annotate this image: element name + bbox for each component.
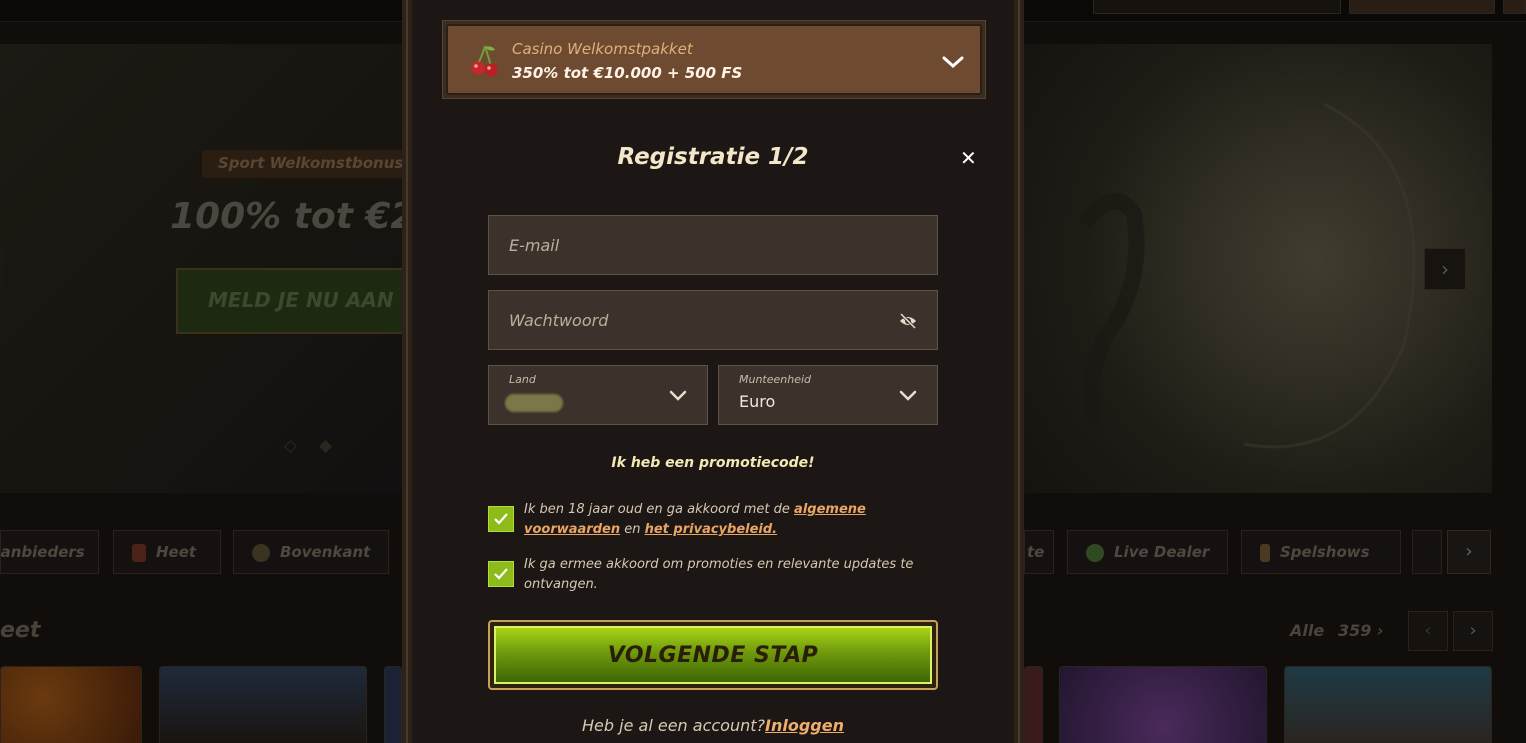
game-tile[interactable] <box>1284 666 1492 743</box>
crown-icon <box>252 543 270 562</box>
cherry-icon <box>471 45 498 77</box>
currency-select[interactable]: Munteenheid Euro <box>718 365 938 425</box>
checkmark-icon <box>494 568 508 580</box>
welcome-offer-box[interactable]: Casino Welkomstpakket 350% tot €10.000 +… <box>446 24 982 95</box>
topbar-button-small[interactable] <box>1503 0 1526 14</box>
chip-icon <box>1086 543 1104 562</box>
topbar-input[interactable] <box>1093 0 1341 14</box>
game-tile[interactable] <box>0 666 142 743</box>
terms-text-before: Ik ben 18 jaar oud en ga akkoord met de <box>524 502 795 517</box>
hero-next-arrow[interactable]: › <box>1424 248 1466 290</box>
terms-text: Ik ben 18 jaar oud en ga akkoord met de … <box>524 500 924 540</box>
games-prev-button[interactable]: ‹ <box>1408 611 1448 651</box>
marketing-checkbox[interactable] <box>488 561 514 587</box>
category-label: te <box>1027 543 1045 561</box>
game-tile[interactable] <box>1024 666 1043 743</box>
promo-code-link[interactable]: Ik heb een promotiecode! <box>412 455 1014 471</box>
category-label: Live Dealer <box>1114 543 1210 561</box>
topbar-button[interactable] <box>1349 0 1495 14</box>
currency-value: Euro <box>739 392 776 411</box>
hero-title: 100% tot €2 <box>170 196 402 237</box>
email-field[interactable] <box>488 215 938 275</box>
currency-label: Munteenheid <box>739 373 812 386</box>
category-more[interactable] <box>1412 530 1442 574</box>
country-flag-blurred <box>505 394 563 412</box>
category-live-dealer[interactable]: Live Dealer <box>1067 530 1228 574</box>
hero-prev-arrow[interactable] <box>0 248 4 290</box>
hero-cta-button[interactable]: MELD JE NU AAN <box>176 268 402 334</box>
privacy-link[interactable]: het privacybeleid. <box>645 522 778 537</box>
password-input[interactable] <box>489 291 937 349</box>
welcome-offer-select[interactable]: Casino Welkomstpakket 350% tot €10.000 +… <box>442 20 986 99</box>
offer-label: Casino Welkomstpakket <box>512 40 693 58</box>
category-label: Aanbieders <box>0 543 85 561</box>
hero-badge: Sport Welkomstbonus <box>202 150 402 178</box>
login-link[interactable]: Inloggen <box>765 716 844 735</box>
country-label: Land <box>509 373 536 386</box>
category-label: Spelshows <box>1280 543 1370 561</box>
game-tile[interactable] <box>384 666 402 743</box>
chevron-down-icon[interactable] <box>942 54 964 70</box>
terms-checkbox[interactable] <box>488 506 514 532</box>
fire-icon <box>132 543 146 562</box>
category-game-shows[interactable]: Spelshows <box>1241 530 1401 574</box>
checkmark-icon <box>494 513 508 525</box>
chevron-down-icon <box>669 390 687 401</box>
country-select[interactable]: Land <box>488 365 708 425</box>
game-tile[interactable] <box>159 666 367 743</box>
login-prompt-text: Heb je al een account? <box>582 716 765 735</box>
hero-figure-art <box>1077 102 1416 449</box>
marketing-text: Ik ga ermee akkoord om promoties en rele… <box>524 557 914 592</box>
category-partial[interactable]: te <box>1024 530 1054 574</box>
games-next-button[interactable]: › <box>1453 611 1493 651</box>
close-icon[interactable]: ✕ <box>960 146 977 170</box>
category-label: Bovenkant <box>280 543 371 561</box>
category-hot[interactable]: Heet <box>113 530 221 574</box>
category-top[interactable]: Bovenkant <box>233 530 389 574</box>
category-label: Heet <box>156 543 197 561</box>
category-providers[interactable]: Aanbieders <box>0 530 99 574</box>
game-count-value: 359 <box>1338 621 1372 640</box>
game-count[interactable]: 359 › <box>1338 621 1384 640</box>
registration-modal: Casino Welkomstpakket 350% tot €10.000 +… <box>402 0 1024 743</box>
chevron-down-icon <box>899 390 917 401</box>
login-prompt: Heb je al een account?Inloggen <box>412 716 1014 735</box>
next-step-frame: VOLGENDE STAP <box>488 620 938 690</box>
hero-banner-right <box>1024 44 1492 493</box>
next-step-button[interactable]: VOLGENDE STAP <box>494 626 932 684</box>
microphone-icon <box>1260 543 1270 562</box>
offer-value: 350% tot €10.000 + 500 FS <box>512 64 743 82</box>
category-next-arrow[interactable]: › <box>1447 530 1491 574</box>
game-tile[interactable] <box>1059 666 1267 743</box>
view-all-link[interactable]: Alle <box>1290 621 1324 640</box>
eye-off-icon[interactable] <box>899 312 917 330</box>
terms-text-middle: en <box>620 522 645 537</box>
email-input[interactable] <box>489 216 937 274</box>
section-title: eet <box>0 618 41 643</box>
password-field[interactable] <box>488 290 938 350</box>
modal-title: Registratie 1/2 <box>617 144 809 170</box>
